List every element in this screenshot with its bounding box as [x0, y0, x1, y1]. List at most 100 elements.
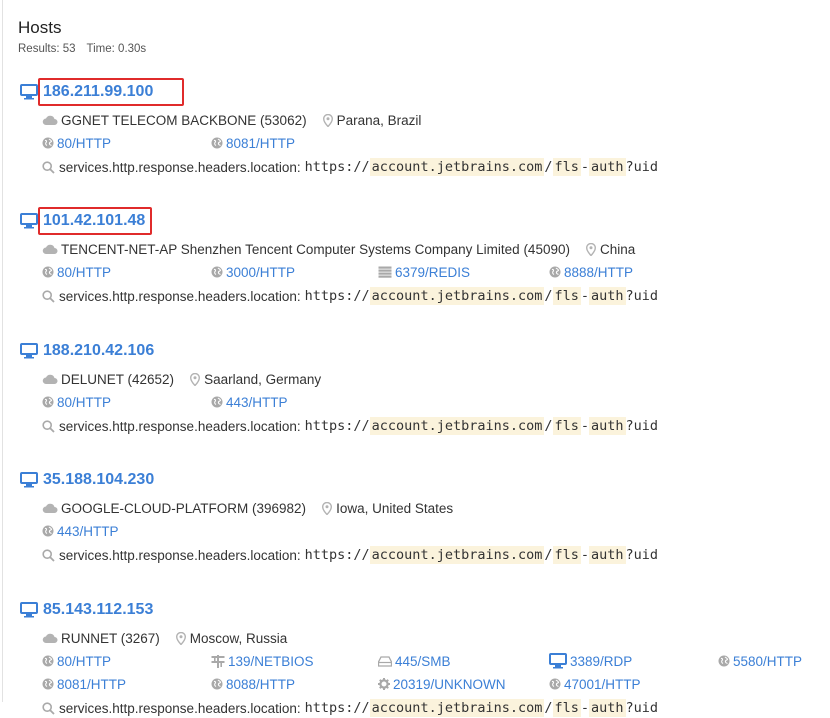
- results-count: Results: 53: [18, 43, 76, 55]
- host-header: 101.42.101.48: [20, 210, 145, 232]
- service-link[interactable]: 3000/HTTP: [211, 263, 295, 281]
- service-link[interactable]: 8888/HTTP: [549, 263, 633, 281]
- match-segment-2: auth: [589, 417, 626, 435]
- matched-field-line: services.http.response.headers.location:…: [42, 157, 658, 177]
- service-label: 8888/HTTP: [564, 264, 634, 280]
- host-header: 188.210.42.106: [20, 340, 154, 362]
- match-query: ?uid: [625, 159, 659, 175]
- cloud-icon: [42, 503, 58, 514]
- service-link[interactable]: 6379/REDIS: [378, 263, 470, 281]
- service-link[interactable]: 47001/HTTP: [549, 675, 641, 693]
- gear-icon: [378, 678, 390, 690]
- matched-field-line: services.http.response.headers.location:…: [42, 286, 658, 306]
- service-link[interactable]: 80/HTTP: [42, 134, 111, 152]
- service-link[interactable]: 8081/HTTP: [211, 134, 295, 152]
- service-link[interactable]: 443/HTTP: [42, 522, 119, 540]
- service-label: 5580/HTTP: [733, 653, 803, 669]
- service-label: 8081/HTTP: [57, 676, 127, 692]
- match-segment-1: fls: [552, 158, 581, 176]
- matched-field-line: services.http.response.headers.location:…: [42, 698, 658, 718]
- globe-icon: [211, 678, 223, 690]
- service-label: 6379/REDIS: [395, 264, 471, 280]
- service-link[interactable]: 8088/HTTP: [211, 675, 295, 693]
- match-segment-2: auth: [589, 287, 626, 305]
- pin-icon: [322, 501, 333, 515]
- service-link[interactable]: 20319/UNKNOWN: [378, 675, 506, 693]
- match-dash: -: [580, 288, 590, 304]
- service-link[interactable]: 80/HTTP: [42, 652, 111, 670]
- service-label: 20319/UNKNOWN: [393, 676, 506, 692]
- page-title: Hosts: [18, 18, 62, 37]
- match-field-name: services.http.response.headers.location:: [59, 547, 301, 563]
- service-link[interactable]: 3389/RDP: [549, 652, 632, 670]
- pin-icon: [190, 372, 201, 386]
- match-field-name: services.http.response.headers.location:: [59, 159, 301, 175]
- host-asn-location: DELUNET (42652) Saarland, Germany: [42, 370, 321, 388]
- match-dash: -: [580, 700, 590, 716]
- location-label: Parana, Brazil: [336, 112, 422, 128]
- match-domain: account.jetbrains.com: [369, 417, 545, 435]
- host-header: 85.143.112.153: [20, 599, 153, 621]
- results-meta: Results: 53 Time: 0.30s: [18, 43, 154, 55]
- service-link[interactable]: 139/NETBIOS: [211, 652, 314, 670]
- match-slash: /: [544, 547, 553, 563]
- match-slash: /: [544, 288, 553, 304]
- host-ip-link[interactable]: 101.42.101.48: [43, 212, 145, 230]
- host-asn-location: TENCENT-NET-AP Shenzhen Tencent Computer…: [42, 240, 635, 258]
- service-label: 80/HTTP: [57, 653, 112, 669]
- host-asn-location: GGNET TELECOM BACKBONE (53062) Parana, Br…: [42, 111, 421, 129]
- service-label: 3000/HTTP: [226, 264, 296, 280]
- search-icon: [42, 548, 55, 562]
- cloud-icon: [42, 244, 58, 255]
- service-link[interactable]: 5580/HTTP: [718, 652, 802, 670]
- match-slash: /: [544, 418, 553, 434]
- host-asn-location: RUNNET (3267) Moscow, Russia: [42, 629, 287, 647]
- globe-icon: [42, 525, 54, 537]
- match-scheme: https://: [304, 547, 370, 563]
- service-label: 80/HTTP: [57, 135, 112, 151]
- location-label: Iowa, United States: [336, 500, 454, 516]
- service-label: 8081/HTTP: [226, 135, 296, 151]
- service-link[interactable]: 445/SMB: [378, 652, 451, 670]
- search-icon: [42, 701, 55, 715]
- host-ip-link[interactable]: 188.210.42.106: [43, 342, 154, 360]
- monitor-icon: [20, 213, 38, 229]
- drive-icon: [378, 655, 392, 667]
- service-label: 139/NETBIOS: [228, 653, 314, 669]
- database-icon: [378, 266, 392, 278]
- service-link[interactable]: 80/HTTP: [42, 393, 111, 411]
- host-ip-link[interactable]: 85.143.112.153: [43, 601, 153, 619]
- globe-icon: [42, 266, 54, 278]
- matched-field-line: services.http.response.headers.location:…: [42, 416, 658, 436]
- service-label: 443/HTTP: [57, 523, 119, 539]
- asn-label: DELUNET (42652): [61, 371, 175, 387]
- host-ip-link[interactable]: 35.188.104.230: [43, 471, 154, 489]
- match-query: ?uid: [625, 288, 659, 304]
- service-link[interactable]: 8081/HTTP: [42, 675, 126, 693]
- service-link[interactable]: 80/HTTP: [42, 263, 111, 281]
- globe-icon: [42, 396, 54, 408]
- host-ip-link[interactable]: 186.211.99.100: [43, 83, 153, 101]
- globe-icon: [549, 266, 561, 278]
- cloud-icon: [42, 633, 58, 644]
- monitor-icon: [20, 602, 38, 618]
- match-query: ?uid: [625, 547, 659, 563]
- match-domain: account.jetbrains.com: [369, 546, 545, 564]
- location-label: China: [599, 241, 636, 257]
- globe-icon: [211, 266, 223, 278]
- globe-icon: [42, 655, 54, 667]
- matched-field-line: services.http.response.headers.location:…: [42, 545, 658, 565]
- monitor-icon: [20, 343, 38, 359]
- left-border: [2, 0, 3, 702]
- match-segment-1: fls: [552, 417, 581, 435]
- search-icon: [42, 289, 55, 303]
- match-field-name: services.http.response.headers.location:: [59, 700, 301, 716]
- match-domain: account.jetbrains.com: [369, 287, 545, 305]
- pin-icon: [585, 242, 596, 256]
- service-label: 47001/HTTP: [564, 676, 641, 692]
- match-scheme: https://: [304, 418, 370, 434]
- asn-label: TENCENT-NET-AP Shenzhen Tencent Computer…: [61, 241, 570, 257]
- cloud-icon: [42, 374, 58, 385]
- service-link[interactable]: 443/HTTP: [211, 393, 288, 411]
- service-label: 80/HTTP: [57, 264, 112, 280]
